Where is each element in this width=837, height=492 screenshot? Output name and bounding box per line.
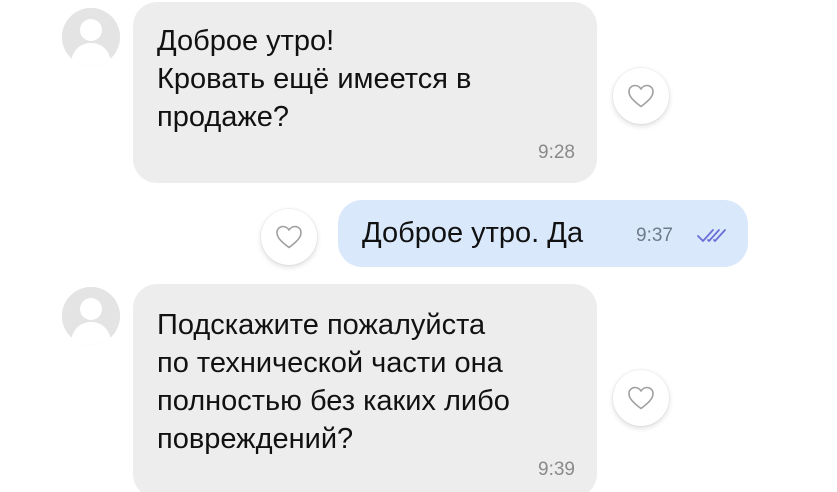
message-timestamp: 9:28	[538, 142, 575, 163]
heart-outline-icon	[628, 84, 654, 108]
heart-outline-icon	[628, 386, 654, 410]
message-text-line: продаже?	[157, 101, 290, 133]
like-button[interactable]	[613, 68, 669, 124]
message-bubble-incoming[interactable]: Подскажите пожалуйста по технической час…	[133, 284, 597, 492]
message-timestamp: 9:39	[538, 459, 575, 480]
like-button[interactable]	[613, 370, 669, 426]
message-text-line: Подскажите пожалуйста	[157, 309, 486, 341]
message-text-line: Доброе утро!	[157, 25, 335, 57]
like-button[interactable]	[261, 209, 317, 265]
avatar[interactable]	[62, 8, 120, 66]
message-text-line: по технической части она	[157, 347, 503, 379]
avatar[interactable]	[62, 287, 120, 345]
message-bubble-incoming[interactable]: Доброе утро! Кровать ещё имеется в прода…	[133, 2, 597, 183]
message-text-line: повреждений?	[157, 423, 354, 455]
user-silhouette-icon	[62, 287, 120, 345]
chat-thread: Доброе утро! Кровать ещё имеется в прода…	[0, 0, 837, 492]
message-text-line: Доброе утро. Да	[362, 217, 584, 249]
message-timestamp: 9:37	[636, 225, 673, 246]
heart-outline-icon	[276, 225, 302, 249]
message-text-line: Кровать ещё имеется в	[157, 63, 472, 95]
user-silhouette-icon	[62, 8, 120, 66]
message-text-line: полностью без каких либо	[157, 385, 510, 417]
message-bubble-outgoing[interactable]: Доброе утро. Да 9:37	[338, 200, 748, 267]
double-check-icon	[697, 229, 726, 242]
